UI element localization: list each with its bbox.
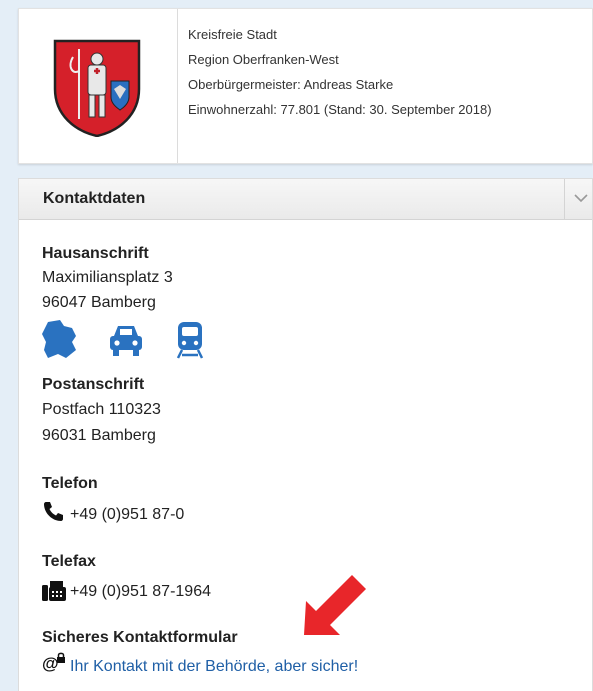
hausanschrift-heading: Hausanschrift [42,245,149,262]
phone-icon [44,502,63,521]
fax-icon [42,581,66,601]
hausanschrift-street: Maximiliansplatz 3 [42,269,173,286]
info-type: Kreisfreie Stadt [188,27,277,42]
postanschrift-heading: Postanschrift [42,376,145,393]
bavaria-map-icon[interactable] [42,320,78,360]
train-icon[interactable] [174,320,206,360]
postanschrift-city: 96031 Bamberg [42,427,156,444]
kontaktformular-heading: Sicheres Kontaktformular [42,629,238,646]
info-region: Region Oberfranken-West [188,52,339,67]
telefax-value[interactable]: +49 (0)951 87-1964 [70,583,211,601]
panel-title: Kontaktdaten [43,190,146,207]
annotation-arrow-icon [304,575,366,635]
kontaktformular-link[interactable]: Ihr Kontakt mit der Behörde, aber sicher… [70,658,358,676]
telefon-value[interactable]: +49 (0)951 87-0 [70,506,184,524]
car-icon[interactable] [108,320,144,360]
collapse-toggle[interactable] [564,179,593,219]
postanschrift-box: Postfach 110323 [42,401,161,418]
info-population: Einwohnerzahl: 77.801 (Stand: 30. Septem… [188,102,492,117]
telefax-heading: Telefax [42,553,96,570]
municipality-card: Kreisfreie Stadt Region Oberfranken-West… [18,8,593,164]
contact-panel-header[interactable]: Kontaktdaten [19,179,592,220]
coat-of-arms-icon [53,39,141,137]
info-mayor: Oberbürgermeister: Andreas Starke [188,77,394,92]
svg-text:@: @ [42,654,59,672]
crest-cell [19,9,178,163]
telefon-heading: Telefon [42,475,98,492]
secure-email-icon: @ [42,652,65,672]
chevron-down-icon [574,194,588,203]
municipality-info: Kreisfreie Stadt Region Oberfranken-West… [188,22,492,122]
hausanschrift-city: 96047 Bamberg [42,294,156,311]
